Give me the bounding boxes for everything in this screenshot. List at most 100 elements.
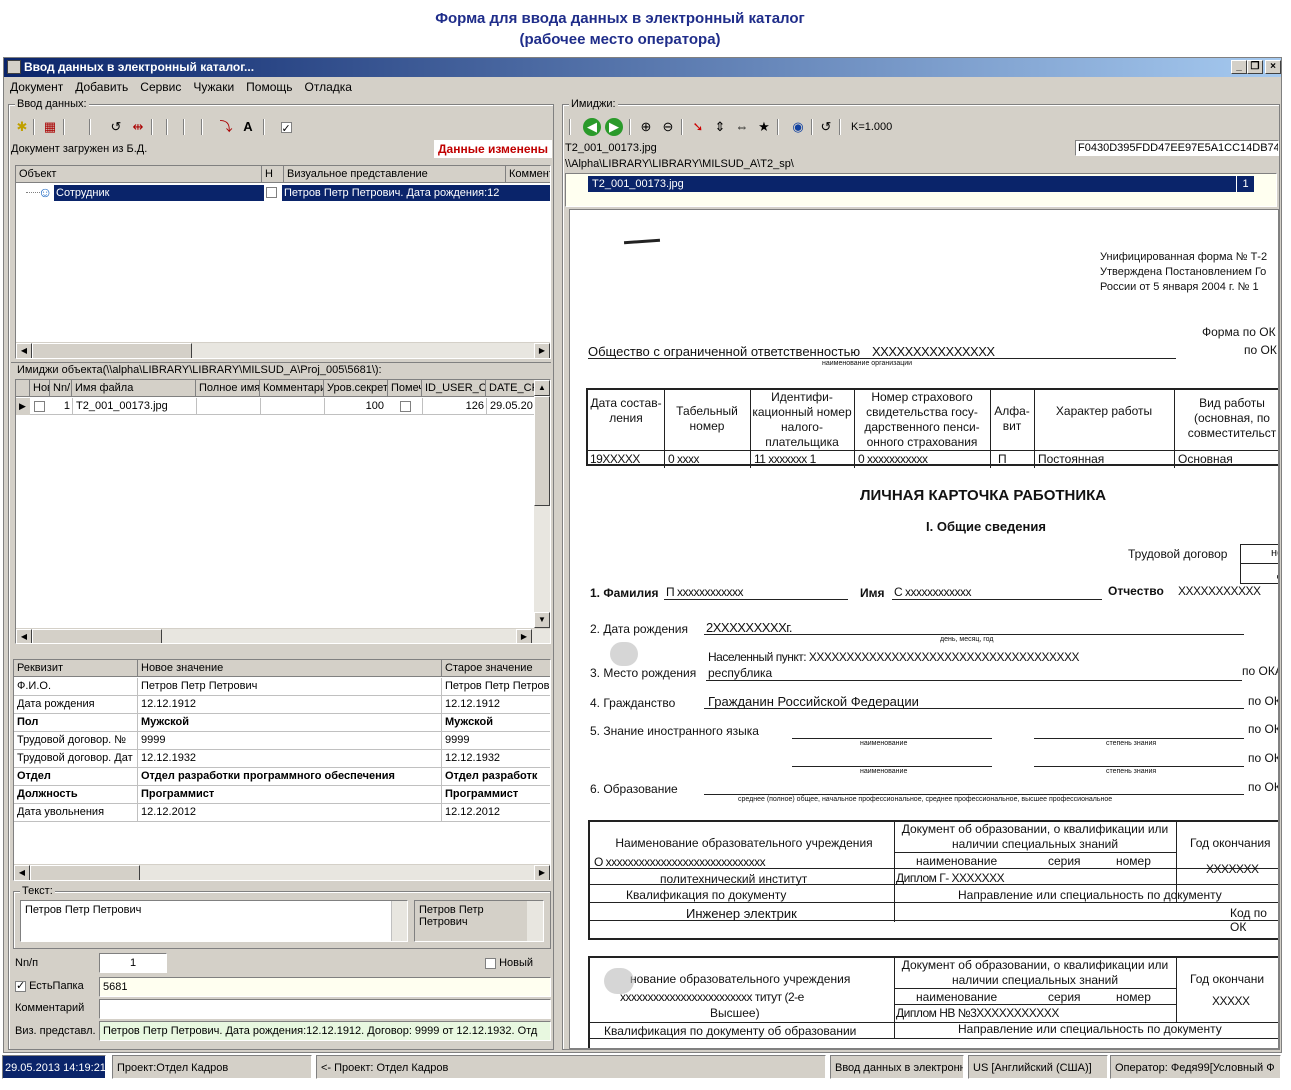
minimize-button[interactable]: _ — [1231, 60, 1247, 74]
menu-item-3[interactable]: Чужаки — [193, 80, 234, 94]
attr-cell-new: Мужской — [138, 714, 442, 731]
attr-row[interactable]: Должность Программист Программист — [14, 786, 550, 804]
attr-header-new[interactable]: Новое значение — [138, 660, 442, 677]
fit-width-icon[interactable]: ⇔ — [733, 118, 751, 136]
tree-row[interactable]: ☺ Сотрудник Петров Петр Петрович. Дата р… — [16, 184, 550, 202]
attr-row[interactable]: Трудовой договор. Дат 12.12.1932 12.12.193… — [14, 750, 550, 768]
doc-title: ЛИЧНАЯ КАРТОЧКА РАБОТНИКА — [860, 487, 1107, 504]
img-header-iduser[interactable]: ID_USER_CF — [422, 380, 486, 397]
nn-input[interactable]: 1 — [99, 953, 167, 973]
images-vscroll[interactable]: ▲ ▼ — [534, 380, 550, 628]
doc-edu1-year: XXXXXXX — [1206, 862, 1259, 876]
file-list-item-num: 1 — [1236, 176, 1254, 192]
scroll-left-icon[interactable]: ◀ — [14, 865, 30, 880]
attr-row[interactable]: Ф.И.О. Петров Петр Петрович Петров Петр Пе… — [14, 678, 550, 696]
record-form: Nn/п 1 Новый ЕстьПапка 5681 Комментарий … — [13, 953, 551, 1045]
tree-header-object[interactable]: Объект — [16, 166, 262, 183]
check-icon[interactable] — [277, 118, 295, 138]
folder-label: ЕстьПапка — [29, 980, 84, 992]
menu-item-0[interactable]: Документ — [10, 80, 63, 94]
doc-birthplace-value: республика — [708, 666, 773, 680]
save-doc-icon[interactable]: ▦ — [41, 118, 59, 136]
attr-row[interactable]: Отдел Отдел разработки программного обесп… — [14, 768, 550, 786]
caption-line1: Форма для ввода данных в электронный кат… — [435, 10, 805, 27]
scroll-right-icon[interactable]: ▶ — [516, 629, 532, 643]
img-header-mark[interactable]: Помеч — [388, 380, 422, 397]
tree-hscroll[interactable]: ◀ ▶ — [16, 342, 550, 358]
rotate-icon[interactable]: ↺ — [817, 118, 835, 136]
img-header-level[interactable]: Уров.секрет — [324, 380, 388, 397]
scroll-up-icon[interactable]: ▲ — [534, 380, 550, 396]
new-checkbox[interactable] — [485, 957, 496, 969]
scroll-right-icon[interactable]: ▶ — [534, 343, 550, 358]
scanned-document[interactable]: Унифицированная форма № Т-2 Утверждена По… — [569, 209, 1279, 1049]
folder-input[interactable]: 5681 — [99, 977, 551, 997]
split-icon[interactable]: ⇹ — [129, 118, 147, 136]
title-bar: Ввод данных в электронный каталог... _ ❐… — [4, 58, 1281, 77]
doc-contract-label: Трудовой договор — [1128, 547, 1228, 561]
attr-header-old[interactable]: Старое значение — [442, 660, 550, 677]
img-header-new[interactable]: Нов — [30, 380, 50, 397]
tree-header-comment[interactable]: Коммент — [506, 166, 550, 183]
img-header-fullname[interactable]: Полное имя — [196, 380, 260, 397]
doc-education-label: 6. Образование — [590, 782, 678, 796]
doc-languages-label: 5. Знание иностранного языка — [590, 724, 759, 738]
attr-row[interactable]: Трудовой договор. № 9999 9999 — [14, 732, 550, 750]
tree-header-visual[interactable]: Визуальное представление — [284, 166, 506, 183]
img-header-nn[interactable]: Nn/ — [50, 380, 72, 397]
img-header-date[interactable]: DATE_CF — [486, 380, 536, 397]
scroll-left-icon[interactable]: ◀ — [16, 343, 32, 358]
img-header-comment[interactable]: Комментари — [260, 380, 324, 397]
attr-row[interactable]: Дата увольнения 12.12.2012 12.12.2012 — [14, 804, 550, 822]
attributes-grid: Реквизит Новое значение Старое значение … — [13, 659, 551, 881]
tree-header-n[interactable]: Н — [262, 166, 284, 183]
pointer-icon[interactable]: ➘ — [689, 118, 707, 136]
tree-row-checkbox[interactable] — [266, 186, 277, 198]
doc-birth-value: 2XXXXXXXXXг. — [706, 620, 793, 635]
scroll-right-icon[interactable]: ▶ — [534, 865, 550, 880]
fit-height-icon[interactable]: ⇕ — [711, 118, 729, 136]
img-header-file[interactable]: Имя файла — [72, 380, 196, 397]
comment-input[interactable] — [99, 999, 551, 1019]
attr-cell-new: 9999 — [138, 732, 442, 749]
text-small-vscroll[interactable] — [527, 901, 543, 941]
menu-item-4[interactable]: Помощь — [246, 80, 292, 94]
image-row[interactable]: ▶ 1 T2_001_00173.jpg 100 126 29.05.20 — [16, 398, 536, 415]
text-area-small[interactable]: Петров Петр Петрович — [414, 900, 544, 942]
undo-icon[interactable]: ↺ — [107, 118, 125, 136]
next-icon[interactable]: ▶ — [605, 118, 623, 136]
attr-cell-name: Ф.И.О. — [14, 678, 138, 695]
scroll-down-icon[interactable]: ▼ — [534, 612, 550, 628]
font-icon[interactable]: A — [239, 118, 257, 136]
status-window[interactable]: Ввод данных в электронн — [830, 1055, 964, 1079]
image-row-iduser: 126 — [422, 398, 486, 415]
images-hscroll[interactable]: ◀ ▶ — [16, 628, 550, 643]
menu-item-5[interactable]: Отладка — [305, 80, 352, 94]
input-group-title: Ввод данных: — [15, 98, 89, 110]
attr-row[interactable]: Пол Мужской Мужской — [14, 714, 550, 732]
attr-header-name[interactable]: Реквизит — [14, 660, 138, 677]
menu-item-1[interactable]: Добавить — [75, 80, 128, 94]
reload-icon[interactable]: ⤵ — [217, 118, 235, 136]
close-button[interactable]: × — [1265, 60, 1281, 74]
zoom-out-icon[interactable]: ⊖ — [659, 118, 677, 136]
text-vscroll[interactable] — [391, 901, 407, 941]
attr-hscroll[interactable]: ◀ ▶ — [14, 864, 550, 880]
scroll-left-icon[interactable]: ◀ — [16, 629, 32, 643]
image-row-new-checkbox[interactable] — [34, 400, 45, 412]
menu-item-2[interactable]: Сервис — [140, 80, 181, 94]
prev-icon[interactable]: ◀ — [583, 118, 601, 136]
zoom-in-icon[interactable]: ⊕ — [637, 118, 655, 136]
text-area[interactable]: Петров Петр Петрович — [20, 900, 408, 942]
folder-checkbox[interactable] — [15, 979, 26, 992]
status-language[interactable]: US [Английский (США)] — [968, 1055, 1108, 1079]
attr-row[interactable]: Дата рождения 12.12.1912 12.12.1912 — [14, 696, 550, 714]
new-doc-icon[interactable]: ✱ — [13, 118, 31, 136]
app-icon — [7, 60, 21, 74]
file-list-item[interactable]: T2_001_00173.jpg 1 — [588, 176, 1254, 192]
star-icon[interactable]: ★ — [755, 118, 773, 136]
maximize-button[interactable]: ❐ — [1247, 60, 1263, 74]
viz-input[interactable]: Петров Петр Петрович. Дата рождения:12.1… — [99, 1021, 551, 1041]
image-row-mark-checkbox[interactable] — [400, 400, 411, 412]
eye-icon[interactable]: ◉ — [789, 118, 807, 136]
